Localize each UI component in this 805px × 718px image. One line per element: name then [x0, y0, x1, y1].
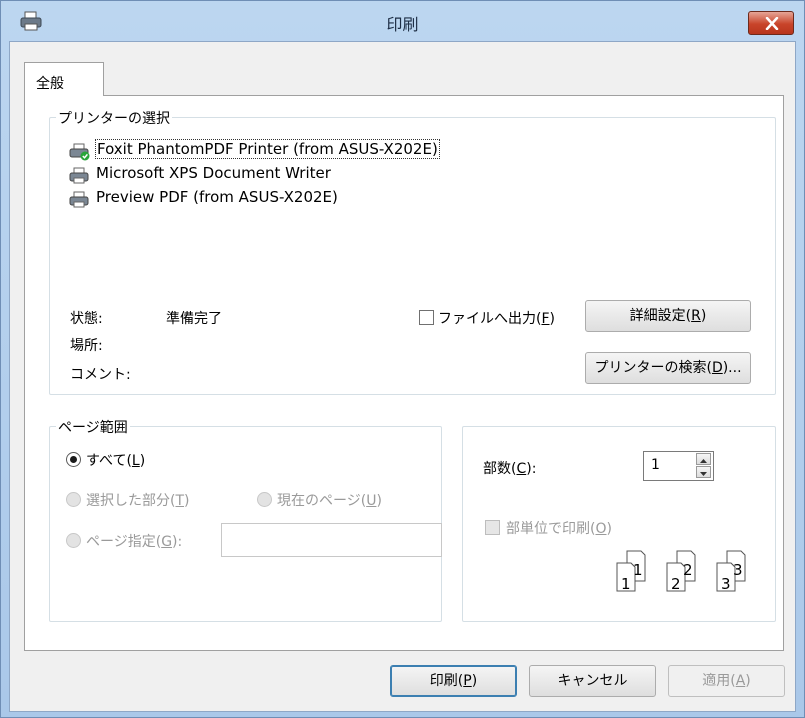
copies-increment-button[interactable]: [696, 453, 711, 465]
printer-item-foxit[interactable]: Foxit PhantomPDF Printer (from ASUS-X202…: [68, 139, 440, 164]
collate-checkbox[interactable]: [485, 520, 500, 535]
comment-label: コメント:: [70, 367, 131, 383]
close-icon: [765, 17, 779, 30]
print-to-file-checkbox[interactable]: [419, 310, 434, 325]
copies-spinner[interactable]: 1: [643, 451, 714, 481]
selection-label[interactable]: 選択した部分(T): [86, 490, 190, 510]
collate-page-number: 2: [671, 575, 681, 593]
page-range-label[interactable]: ページ指定(G):: [86, 531, 182, 551]
printer-icon: [69, 191, 89, 208]
dialog-body: 全般 プリンターの選択 Foxit PhantomPDF Printer (fr…: [9, 41, 796, 712]
collate-label[interactable]: 部単位で印刷(O): [506, 518, 612, 538]
find-printer-button[interactable]: プリンターの検索(D)...: [585, 352, 751, 384]
selection-radio[interactable]: [66, 492, 81, 507]
page-range-group: ページ範囲 すべて(L) 選択した部分(T) 現在のページ(U) ページ指定(G…: [49, 417, 442, 622]
page-range-input[interactable]: [221, 523, 442, 557]
current-page-radio[interactable]: [257, 492, 272, 507]
cancel-button[interactable]: キャンセル: [529, 665, 656, 697]
collate-page-number: 1: [621, 575, 631, 593]
printer-item-preview-pdf[interactable]: Preview PDF (from ASUS-X202E): [68, 188, 439, 212]
page-range-group-label: ページ範囲: [56, 417, 130, 437]
collate-page-set-1: 1 1: [616, 550, 646, 593]
copies-label: 部数(C):: [483, 461, 537, 477]
collate-page-number: 3: [721, 575, 731, 593]
printer-name: Microsoft XPS Document Writer: [96, 164, 331, 182]
tab-general-label: 全般: [36, 76, 64, 92]
page-range-radio[interactable]: [66, 533, 81, 548]
status-label: 状態:: [70, 311, 103, 327]
printer-list[interactable]: Foxit PhantomPDF Printer (from ASUS-X202…: [68, 139, 440, 212]
location-label: 場所:: [70, 338, 103, 354]
arrow-down-icon: [700, 472, 707, 476]
printer-default-icon: [69, 143, 90, 161]
collate-illustration: 1 1 2 2 3 3: [616, 550, 746, 593]
print-to-file-label[interactable]: ファイルへ出力(F): [438, 308, 555, 328]
arrow-up-icon: [700, 459, 707, 463]
collate-page-number: 3: [733, 561, 743, 579]
status-value: 準備完了: [166, 311, 222, 327]
title-bar[interactable]: 印刷: [1, 1, 804, 41]
general-tab-panel: プリンターの選択 Foxit PhantomPDF Printer (from …: [24, 95, 784, 651]
printer-select-group: プリンターの選択 Foxit PhantomPDF Printer (from …: [49, 108, 776, 395]
preferences-button[interactable]: 詳細設定(R): [585, 300, 751, 332]
print-button[interactable]: 印刷(P): [390, 665, 517, 697]
close-button[interactable]: [748, 11, 794, 35]
collate-page-set-2: 2 2: [666, 550, 696, 593]
collate-page-number: 1: [633, 561, 643, 579]
copies-group: 部数(C): 1 部単位で印刷(O) 1 1 2 2 3 3: [462, 426, 776, 622]
window-title: 印刷: [386, 15, 419, 34]
printer-item-xps[interactable]: Microsoft XPS Document Writer: [68, 164, 439, 188]
all-pages-radio[interactable]: [66, 452, 81, 467]
printer-icon: [69, 167, 89, 184]
printer-select-group-label: プリンターの選択: [56, 108, 172, 128]
printer-name: Preview PDF (from ASUS-X202E): [96, 188, 338, 206]
all-pages-label[interactable]: すべて(L): [86, 450, 145, 470]
copies-decrement-button[interactable]: [696, 466, 711, 478]
printer-name: Foxit PhantomPDF Printer (from ASUS-X202…: [95, 139, 440, 159]
collate-page-set-3: 3 3: [716, 550, 746, 593]
current-page-label[interactable]: 現在のページ(U): [277, 490, 382, 510]
tab-general[interactable]: 全般: [24, 62, 104, 96]
print-dialog-window: 印刷 全般 プリンターの選択 Foxit PhantomPDF Printer …: [0, 0, 805, 718]
apply-button[interactable]: 適用(A): [668, 665, 785, 697]
copies-value: 1: [651, 457, 660, 473]
collate-page-number: 2: [683, 561, 693, 579]
